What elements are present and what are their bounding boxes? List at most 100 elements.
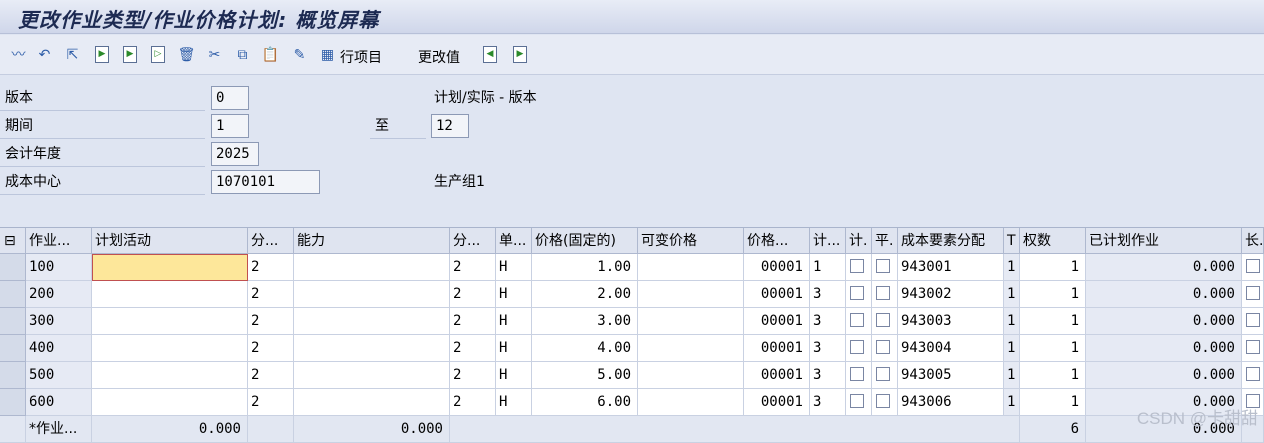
checkbox[interactable] <box>850 340 864 354</box>
checkbox[interactable] <box>876 286 890 300</box>
column-header-capacity[interactable]: 能力 <box>294 228 450 254</box>
deselect-all-icon[interactable]: ▷ <box>151 46 165 63</box>
column-header-variable-price[interactable]: 可变价格 <box>638 228 744 254</box>
line-items-button[interactable]: 行项目 <box>340 47 382 67</box>
checkbox[interactable] <box>850 394 864 408</box>
checkbox[interactable] <box>850 313 864 327</box>
checkbox[interactable] <box>1246 313 1260 327</box>
undo-icon[interactable]: ↶ <box>35 46 54 64</box>
cell-unit[interactable]: H <box>496 308 532 335</box>
column-header-plan-activity[interactable]: 计划活动 <box>92 228 248 254</box>
cell-fixed-price[interactable]: 4.00 <box>532 335 638 362</box>
column-header-weight[interactable]: 权数 <box>1020 228 1086 254</box>
cell-weight[interactable]: 1 <box>1020 308 1086 335</box>
next-doc-icon[interactable]: ▶ <box>513 46 527 63</box>
cut-icon[interactable]: ✂ <box>205 46 224 64</box>
cell-plan-activity[interactable] <box>92 362 248 389</box>
column-header-distribution-1[interactable]: 分... <box>248 228 294 254</box>
checkbox[interactable] <box>850 286 864 300</box>
row-selector[interactable] <box>0 389 26 416</box>
checkbox[interactable] <box>876 313 890 327</box>
cell-capacity[interactable] <box>294 281 450 308</box>
column-header-activity[interactable]: 作业... <box>26 228 92 254</box>
cell-distribution-1[interactable]: 2 <box>248 362 294 389</box>
cell-distribution-2[interactable]: 2 <box>450 362 496 389</box>
cell-unit[interactable]: H <box>496 335 532 362</box>
column-header-distribution-2[interactable]: 分... <box>450 228 496 254</box>
cell-plan-activity[interactable] <box>92 335 248 362</box>
checkbox[interactable] <box>876 367 890 381</box>
cell-cost-element[interactable]: 943004 <box>898 335 1004 362</box>
checkbox[interactable] <box>1246 340 1260 354</box>
cell-cost-element[interactable]: 943001 <box>898 254 1004 281</box>
cell-variable-price[interactable] <box>638 308 744 335</box>
cell-price-unit[interactable]: 00001 <box>744 335 810 362</box>
cell-weight[interactable]: 1 <box>1020 254 1086 281</box>
cell-fixed-price[interactable]: 2.00 <box>532 281 638 308</box>
cell-capacity[interactable] <box>294 254 450 281</box>
fiscal-year-field[interactable]: 2025 <box>211 142 259 166</box>
previous-doc-icon[interactable]: ◀ <box>483 46 497 63</box>
row-selector[interactable] <box>0 308 26 335</box>
cell-capacity[interactable] <box>294 389 450 416</box>
cell-weight[interactable]: 1 <box>1020 389 1086 416</box>
cell-fixed-price[interactable]: 3.00 <box>532 308 638 335</box>
graph-icon[interactable]: 〰 <box>9 46 28 64</box>
select-block-icon[interactable]: ▶ <box>123 46 137 63</box>
cell-cost-element[interactable]: 943002 <box>898 281 1004 308</box>
cell-variable-price[interactable] <box>638 281 744 308</box>
row-selector[interactable] <box>0 362 26 389</box>
cell-fixed-price[interactable]: 5.00 <box>532 362 638 389</box>
column-header-planned-activity[interactable]: 已计划作业 <box>1086 228 1242 254</box>
cell-price-unit[interactable]: 00001 <box>744 254 810 281</box>
cell-distribution-2[interactable]: 2 <box>450 254 496 281</box>
column-header-unit[interactable]: 单... <box>496 228 532 254</box>
cell-variable-price[interactable] <box>638 389 744 416</box>
cell-distribution-1[interactable]: 2 <box>248 281 294 308</box>
checkbox[interactable] <box>876 259 890 273</box>
cell-plan-activity[interactable] <box>92 254 248 281</box>
paste-icon[interactable]: 📋 <box>261 46 280 64</box>
column-header-plan-indicator[interactable]: 计... <box>810 228 846 254</box>
cell-price-unit[interactable]: 00001 <box>744 281 810 308</box>
cell-weight[interactable]: 1 <box>1020 362 1086 389</box>
cell-variable-price[interactable] <box>638 335 744 362</box>
cell-weight[interactable]: 1 <box>1020 335 1086 362</box>
cell-unit[interactable]: H <box>496 281 532 308</box>
cell-unit[interactable]: H <box>496 389 532 416</box>
cell-plan-activity[interactable] <box>92 308 248 335</box>
checkbox[interactable] <box>876 340 890 354</box>
column-header-t[interactable]: T <box>1004 228 1020 254</box>
period-to-field[interactable]: 12 <box>431 114 469 138</box>
cell-capacity[interactable] <box>294 308 450 335</box>
cost-center-field[interactable]: 1070101 <box>211 170 320 194</box>
cell-price-unit[interactable]: 00001 <box>744 308 810 335</box>
checkbox[interactable] <box>1246 286 1260 300</box>
cell-price-unit[interactable]: 00001 <box>744 362 810 389</box>
cell-unit[interactable]: H <box>496 254 532 281</box>
checkbox[interactable] <box>1246 259 1260 273</box>
version-field[interactable]: 0 <box>211 86 249 110</box>
cell-price-unit[interactable]: 00001 <box>744 389 810 416</box>
cell-unit[interactable]: H <box>496 362 532 389</box>
cell-variable-price[interactable] <box>638 362 744 389</box>
table-settings-icon[interactable]: ⊟ <box>0 228 26 254</box>
cell-capacity[interactable] <box>294 335 450 362</box>
cell-capacity[interactable] <box>294 362 450 389</box>
column-header-calc[interactable]: 计. <box>846 228 872 254</box>
checkbox[interactable] <box>850 259 864 273</box>
cell-distribution-1[interactable]: 2 <box>248 335 294 362</box>
cell-cost-element[interactable]: 943006 <box>898 389 1004 416</box>
change-values-button[interactable]: 更改值 <box>418 47 460 67</box>
cell-variable-price[interactable] <box>638 254 744 281</box>
select-cursor-icon[interactable]: ⇱ <box>63 46 82 64</box>
row-selector[interactable] <box>0 254 26 281</box>
row-selector[interactable] <box>0 281 26 308</box>
checkbox[interactable] <box>1246 367 1260 381</box>
cell-cost-element[interactable]: 943005 <box>898 362 1004 389</box>
cell-plan-indicator[interactable]: 3 <box>810 308 846 335</box>
column-header-cost-element[interactable]: 成本要素分配 <box>898 228 1004 254</box>
delete-icon[interactable]: 🗑 <box>177 46 196 64</box>
cell-distribution-2[interactable]: 2 <box>450 281 496 308</box>
cell-distribution-1[interactable]: 2 <box>248 308 294 335</box>
